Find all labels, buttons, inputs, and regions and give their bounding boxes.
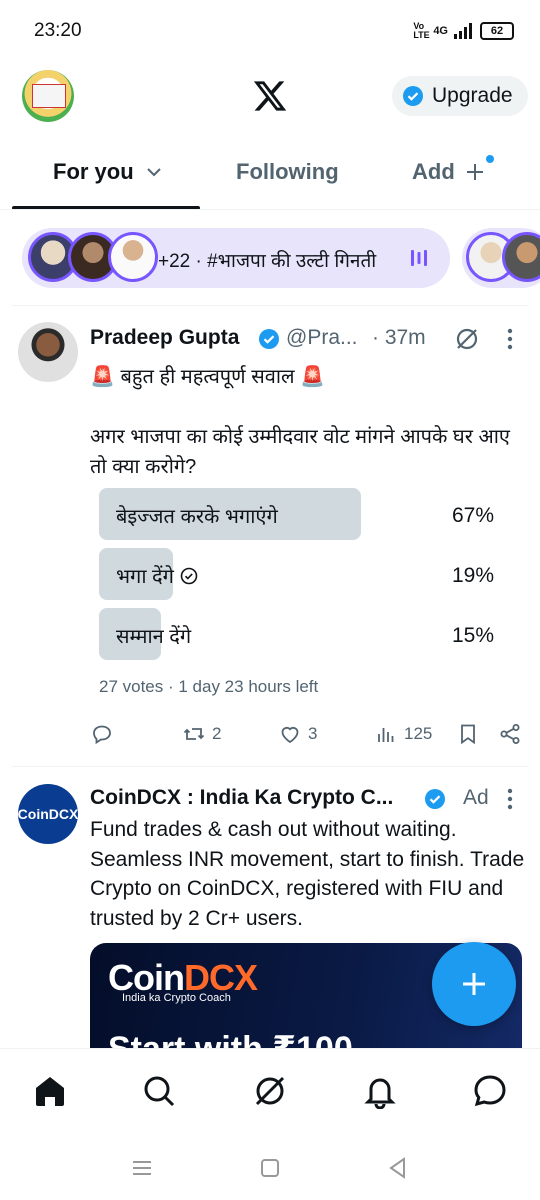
bookmark-icon [461,724,475,745]
reply-icon [93,725,111,745]
poll-percentage: 67% [451,504,494,527]
share-button[interactable] [498,722,522,746]
system-navigation-bar [0,1138,540,1200]
verified-badge-icon [403,86,423,106]
advertiser-avatar-text: CoinDCX [17,806,79,822]
profile-avatar[interactable] [22,70,74,122]
messages-icon[interactable] [472,1073,508,1109]
verified-badge-icon [259,329,279,349]
tweet-actions: 2 3 125 [90,722,530,754]
poll-option-label: भगा देंगे [116,562,198,589]
tweet-text: 🚨 बहुत ही महत्वपूर्ण सवाल 🚨 अगर भाजपा का… [90,362,530,482]
avatar-image [32,84,66,108]
status-icons: Vo LTE 4G 62 [413,22,514,40]
poll-percentage: 19% [451,564,494,587]
tab-for-you[interactable]: For you [53,159,162,185]
space-title: +22 · #भाजपा की उल्टी गिनती [158,251,377,272]
more-options-icon[interactable] [500,326,520,352]
network-indicator: 4G [433,25,448,37]
live-space-pill[interactable]: +22 · #भाजपा की उल्टी गिनती [22,228,450,288]
repost-button[interactable]: 2 [182,722,221,746]
divider [0,209,540,210]
ad-text: Fund trades & cash out without waiting. … [90,818,525,930]
search-icon[interactable] [141,1073,177,1109]
status-bar: 23:20 Vo LTE 4G 62 [0,0,540,62]
poll-option-label: सम्मान देंगे [116,626,192,648]
heart-icon [281,726,299,744]
poll-percentage: 15% [451,624,494,647]
tab-for-you-label: For you [53,159,134,184]
notifications-icon[interactable] [362,1073,398,1109]
volte-indicator: Vo LTE [413,21,430,40]
tweet-text-line: 🚨 बहुत ही महत्वपूर्ण सवाल 🚨 [90,366,326,388]
ad-label: Ad [463,786,489,809]
back-icon[interactable] [386,1156,410,1180]
tweet-text-line: अगर भाजपा का कोई उम्मीदवार वोट मांगने आप… [90,426,510,478]
upgrade-label: Upgrade [432,84,513,107]
bottom-navigation [0,1048,540,1139]
reply-button[interactable] [90,722,120,746]
chevron-down-icon [146,168,161,177]
plus-icon [466,164,483,180]
share-icon [500,724,520,744]
views-button[interactable]: 125 [374,722,432,746]
plus-icon [463,973,485,995]
views-icon [378,728,394,742]
status-time: 23:20 [34,20,82,41]
grok-icon[interactable] [252,1073,288,1109]
author-avatar[interactable] [18,322,78,382]
divider [12,305,528,306]
home-button-icon[interactable] [258,1156,282,1180]
advertiser-avatar[interactable]: CoinDCX [18,784,78,844]
space-host-avatar [108,232,158,282]
repost-count: 2 [212,724,222,743]
repost-icon [183,728,205,740]
upgrade-button[interactable]: Upgrade [392,76,528,116]
more-options-icon[interactable] [500,786,520,812]
author-handle[interactable]: @Pra... [286,326,358,350]
home-icon[interactable] [32,1073,68,1109]
tweet-time[interactable]: · 37m [372,326,426,350]
tab-add-label: Add [412,159,455,184]
audio-bars-icon [411,250,427,266]
compose-button[interactable] [432,942,516,1026]
poll-option-label: बेइज्जत करके भगाएंगे [116,506,278,528]
like-button[interactable]: 3 [278,722,317,746]
grok-icon[interactable] [454,326,480,352]
live-space-pill[interactable] [462,228,540,288]
like-count: 3 [308,724,318,743]
author-name[interactable]: Pradeep Gupta [90,326,239,350]
recents-icon[interactable] [130,1156,154,1180]
new-indicator-dot [486,155,494,163]
check-circle-icon [180,567,198,584]
bookmark-button[interactable] [456,722,480,746]
timeline-tabs: For you Following Add [0,145,540,209]
advertiser-name[interactable]: CoinDCX : India Ka Crypto C... [90,786,393,810]
view-count: 125 [404,724,433,743]
tab-add[interactable]: Add [412,159,485,185]
battery-icon: 62 [480,22,514,40]
divider [12,766,528,767]
verified-badge-icon [425,789,445,809]
signal-icon [454,23,472,39]
x-logo-icon [253,81,287,111]
brand-tagline: India ka Crypto Coach [122,992,231,1004]
poll-votes-info: 27 votes · 1 day 23 hours left [99,677,319,696]
tab-following[interactable]: Following [236,159,339,185]
